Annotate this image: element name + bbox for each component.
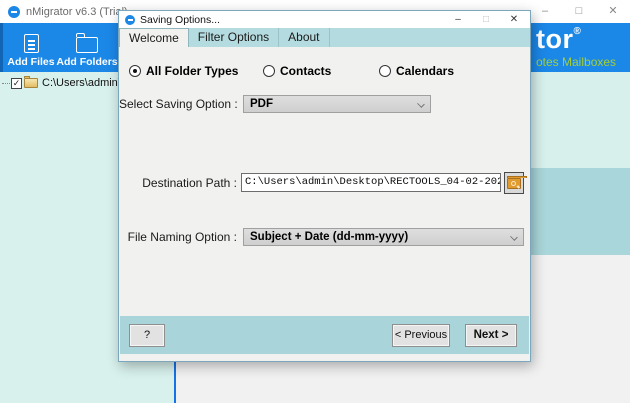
app-screen: nMigrator v6.3 (Trial) – □ ✕ Add Files A… xyxy=(0,0,630,403)
file-icon xyxy=(24,34,39,53)
main-window-title: nMigrator v6.3 (Trial) xyxy=(26,6,128,18)
tab-about[interactable]: About xyxy=(279,28,329,47)
close-icon[interactable]: ✕ xyxy=(596,0,630,22)
saving-option-label: Select Saving Option : xyxy=(119,97,237,111)
tab-welcome[interactable]: Welcome xyxy=(119,28,189,47)
dialog-body: All Folder Types Contacts Calendars Sele… xyxy=(119,47,530,316)
brand-logo: tor® otes Mailboxes xyxy=(536,26,616,68)
dialog-title: Saving Options... xyxy=(140,14,220,26)
minimize-icon[interactable]: – xyxy=(528,0,562,22)
folder-search-icon xyxy=(507,178,521,189)
chevron-down-icon xyxy=(510,233,518,241)
dialog-footer: ? < Previous Next > xyxy=(120,316,529,354)
radio-circle xyxy=(129,65,141,77)
folder-type-radio-group: All Folder Types Contacts Calendars xyxy=(119,64,530,80)
radio-contacts[interactable]: Contacts xyxy=(263,64,331,78)
dialog-close-icon[interactable]: ✕ xyxy=(500,11,528,28)
app-logo-icon xyxy=(8,6,20,18)
dialog-tabstrip: Welcome Filter Options About xyxy=(119,28,530,47)
previous-button[interactable]: < Previous xyxy=(392,324,450,347)
add-files-button[interactable]: Add Files xyxy=(3,23,59,72)
trademark-symbol: ® xyxy=(574,26,582,37)
tab-filter-options[interactable]: Filter Options xyxy=(189,28,279,47)
dialog-maximize-icon[interactable]: □ xyxy=(472,11,500,28)
destination-path-row: Destination Path : C:\Users\admin\Deskto… xyxy=(119,172,530,196)
tree-checkbox[interactable]: ✓ xyxy=(11,78,22,89)
file-naming-row: File Naming Option : Subject + Date (dd-… xyxy=(119,228,530,248)
chevron-down-icon xyxy=(417,100,425,108)
destination-path-label: Destination Path : xyxy=(119,176,237,190)
saving-options-dialog: Saving Options... – □ ✕ Welcome Filter O… xyxy=(118,10,531,362)
dialog-titlebar: Saving Options... – □ ✕ xyxy=(119,11,530,28)
footer-nav-buttons: < Previous Next > xyxy=(392,324,517,347)
destination-path-input[interactable]: C:\Users\admin\Desktop\RECTOOLS_04-02-20… xyxy=(241,173,501,192)
dialog-window-controls: – □ ✕ xyxy=(444,11,528,28)
brand-name-fragment: tor® xyxy=(536,26,616,53)
add-folders-button[interactable]: Add Folders xyxy=(59,23,115,72)
saving-option-dropdown[interactable]: PDF xyxy=(243,95,431,113)
radio-circle xyxy=(263,65,275,77)
radio-circle xyxy=(379,65,391,77)
saving-option-row: Select Saving Option : PDF xyxy=(119,95,530,115)
file-naming-dropdown[interactable]: Subject + Date (dd-mm-yyyy) xyxy=(243,228,524,246)
dialog-app-icon xyxy=(125,15,135,25)
maximize-icon[interactable]: □ xyxy=(562,0,596,22)
file-naming-label: File Naming Option : xyxy=(119,230,237,244)
next-button[interactable]: Next > xyxy=(465,324,517,347)
tree-connector xyxy=(2,83,10,84)
folder-icon xyxy=(76,37,98,53)
radio-calendars[interactable]: Calendars xyxy=(379,64,454,78)
help-button[interactable]: ? xyxy=(129,324,165,347)
brand-tagline: otes Mailboxes xyxy=(536,56,616,68)
main-window-controls: – □ ✕ xyxy=(528,0,630,22)
radio-all-folder-types[interactable]: All Folder Types xyxy=(129,64,238,78)
tree-folder-icon xyxy=(24,78,38,88)
browse-button[interactable] xyxy=(504,172,524,194)
dialog-minimize-icon[interactable]: – xyxy=(444,11,472,28)
